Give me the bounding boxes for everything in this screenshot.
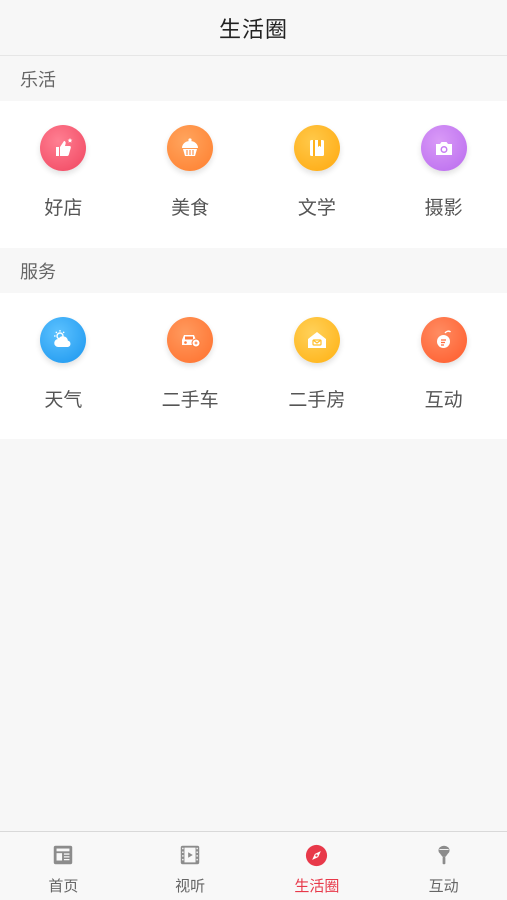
grid-item-label: 二手车 xyxy=(161,389,219,411)
grid-item-meishi[interactable]: 美食 xyxy=(127,125,253,248)
tab-label: 生活圈 xyxy=(294,877,340,895)
microphone-icon xyxy=(431,842,457,868)
app-screen: 生活圈 乐活 好店 美食 文学 摄影 服务 天气 二手车 二手房 互动 首页 视… xyxy=(0,0,507,900)
book-icon xyxy=(293,125,340,171)
section-grid-lehuo: 好店 美食 文学 摄影 xyxy=(0,101,507,248)
grid-item-label: 文学 xyxy=(297,197,336,219)
weather-icon xyxy=(40,317,87,363)
grid-item-label: 美食 xyxy=(171,197,210,219)
section-header-lehuo: 乐活 xyxy=(0,56,507,101)
compass-icon xyxy=(304,842,330,868)
grid-item-wenxue[interactable]: 文学 xyxy=(254,125,380,248)
grid-item-tianqi[interactable]: 天气 xyxy=(0,317,126,439)
cupcake-icon xyxy=(167,125,214,171)
title-bar: 生活圈 xyxy=(0,0,507,56)
tab-interact[interactable]: 互动 xyxy=(380,832,507,900)
tab-home[interactable]: 首页 xyxy=(0,832,127,900)
thumbs-up-icon xyxy=(40,125,87,171)
grid-item-label: 摄影 xyxy=(424,197,463,219)
news-icon xyxy=(50,842,76,868)
grid-item-label: 互动 xyxy=(424,389,463,411)
page-title: 生活圈 xyxy=(218,17,288,43)
grid-item-ershouche[interactable]: 二手车 xyxy=(127,317,253,439)
grid-item-label: 天气 xyxy=(44,389,83,411)
grid-item-label: 二手房 xyxy=(288,389,346,411)
bubble-icon xyxy=(420,317,467,363)
tab-life-circle[interactable]: 生活圈 xyxy=(254,832,381,900)
section-grid-fuwu: 天气 二手车 二手房 互动 xyxy=(0,293,507,439)
grid-item-ershoufang[interactable]: 二手房 xyxy=(254,317,380,439)
tab-media[interactable]: 视听 xyxy=(127,832,254,900)
car-icon xyxy=(167,317,214,363)
grid-item-hudong[interactable]: 互动 xyxy=(381,317,507,439)
grid-item-sheying[interactable]: 摄影 xyxy=(381,125,507,248)
grid-item-haodian[interactable]: 好店 xyxy=(0,125,126,248)
grid-item-label: 好店 xyxy=(44,197,83,219)
bottom-tab-bar: 首页 视听 生活圈 互动 xyxy=(0,831,507,900)
camera-icon xyxy=(420,125,467,171)
tab-label: 互动 xyxy=(428,877,459,895)
section-header-fuwu: 服务 xyxy=(0,248,507,293)
tab-label: 首页 xyxy=(48,877,79,895)
tab-label: 视听 xyxy=(175,877,206,895)
house-icon xyxy=(293,317,340,363)
film-icon xyxy=(177,842,203,868)
